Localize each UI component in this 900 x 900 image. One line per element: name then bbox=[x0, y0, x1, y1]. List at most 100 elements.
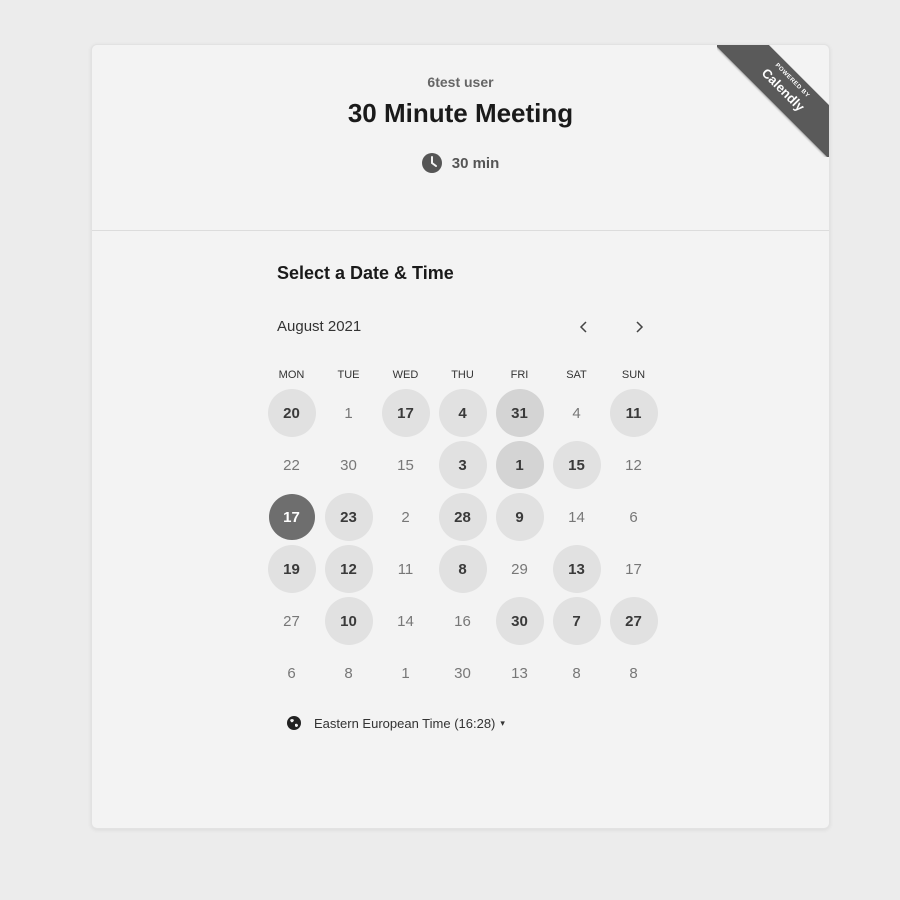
calendar-cell: 8 bbox=[434, 543, 491, 595]
calendar-cell: 23 bbox=[320, 491, 377, 543]
timezone-selector[interactable]: Eastern European Time (16:28) ▾ bbox=[286, 715, 505, 731]
month-label: August 2021 bbox=[277, 318, 362, 335]
calendar-day-unavailable: 1 bbox=[401, 664, 410, 682]
calendar-cell: 27 bbox=[263, 595, 320, 647]
event-title: 30 Minute Meeting bbox=[347, 98, 574, 128]
calendar-day-available[interactable]: 23 bbox=[324, 493, 373, 541]
calendar-day-available[interactable]: 20 bbox=[267, 389, 316, 437]
calendar-cell: 4 bbox=[548, 387, 605, 439]
calendar-day-unavailable: 6 bbox=[629, 508, 638, 526]
calendar-cell: 4 bbox=[434, 387, 491, 439]
chevron-down-icon: ▾ bbox=[500, 717, 505, 728]
calendar-day-unavailable: 14 bbox=[568, 508, 585, 526]
calendar-day-unavailable: 8 bbox=[344, 664, 353, 682]
calendar-cell: 20 bbox=[263, 387, 320, 439]
calendar-cell: 1 bbox=[377, 647, 434, 699]
calendar-day-available[interactable]: 12 bbox=[324, 545, 373, 593]
calendar-day-unavailable: 17 bbox=[625, 560, 642, 578]
calendar-day-available[interactable]: 9 bbox=[495, 493, 544, 541]
calendar-day-available[interactable]: 15 bbox=[552, 441, 601, 489]
calendar-day-available[interactable]: 10 bbox=[324, 597, 373, 645]
calendar-day-unavailable: 29 bbox=[511, 560, 528, 578]
calendar-grid: 20 1 17 4 31 4 11 22 30 15 3 1 15 12 17 23 2 28 9 14 6 19 12 11… bbox=[263, 387, 663, 699]
calendar-day-unavailable: 12 bbox=[625, 456, 642, 474]
calendar-cell: 15 bbox=[377, 439, 434, 491]
calendar-day-available[interactable]: 7 bbox=[552, 597, 601, 645]
calendar-cell: 17 bbox=[605, 543, 662, 595]
calendar-day-available[interactable]: 19 bbox=[267, 545, 316, 593]
calendar-cell: 13 bbox=[548, 543, 605, 595]
calendar-cell: 12 bbox=[605, 439, 662, 491]
calendar-cell: 9 bbox=[491, 491, 548, 543]
previous-month-button[interactable] bbox=[570, 313, 598, 341]
calendar-day-unavailable: 14 bbox=[397, 612, 414, 630]
calendar-day-unavailable: 4 bbox=[572, 404, 581, 422]
calendar-cell: 14 bbox=[377, 595, 434, 647]
chevron-right-icon bbox=[636, 321, 644, 333]
calendar-day-selected[interactable]: 17 bbox=[268, 494, 315, 540]
calendar-cell: 22 bbox=[263, 439, 320, 491]
calendar-day-available[interactable]: 31 bbox=[495, 389, 544, 437]
calendar-day-unavailable: 27 bbox=[283, 612, 300, 630]
calendar-week-row: 6 8 1 30 13 8 8 bbox=[263, 647, 663, 699]
select-date-title: Select a Date & Time bbox=[277, 263, 454, 283]
calendar-day-unavailable: 11 bbox=[397, 560, 414, 578]
calendar-day-available[interactable]: 8 bbox=[438, 545, 487, 593]
weekday-label: WED bbox=[392, 369, 419, 381]
calendar-cell: 7 bbox=[548, 595, 605, 647]
calendar-day-unavailable: 30 bbox=[340, 456, 357, 474]
clock-icon bbox=[421, 153, 442, 173]
calendar-cell: 13 bbox=[491, 647, 548, 699]
calendar-day-available[interactable]: 1 bbox=[495, 441, 544, 489]
chevron-left-icon bbox=[579, 321, 587, 333]
weekday-label: SAT bbox=[566, 369, 587, 381]
calendar-cell: 3 bbox=[434, 439, 491, 491]
calendar-day-available[interactable]: 30 bbox=[495, 597, 544, 645]
calendar-day-available[interactable]: 11 bbox=[609, 389, 658, 437]
calendar-day-available[interactable]: 4 bbox=[438, 389, 487, 437]
calendar-day-unavailable: 13 bbox=[511, 664, 528, 682]
calendar-day-available[interactable]: 17 bbox=[381, 389, 430, 437]
calendar-week-row: 22 30 15 3 1 15 12 bbox=[263, 439, 663, 491]
weekday-label: TUE bbox=[337, 369, 360, 381]
event-duration: 30 min bbox=[92, 153, 829, 173]
weekday-header: MON TUE WED THU FRI SAT SUN bbox=[263, 369, 663, 381]
calendar-cell: 30 bbox=[434, 647, 491, 699]
calendar-cell: 17 bbox=[263, 491, 320, 543]
calendar-cell: 8 bbox=[548, 647, 605, 699]
weekday-label: MON bbox=[278, 369, 305, 381]
duration-label: 30 min bbox=[451, 154, 500, 172]
calendar-cell: 16 bbox=[434, 595, 491, 647]
calendar-cell: 28 bbox=[434, 491, 491, 543]
calendar-cell: 8 bbox=[320, 647, 377, 699]
weekday-label: THU bbox=[451, 369, 474, 381]
calendar-cell: 6 bbox=[605, 491, 662, 543]
calendar-day-available[interactable]: 28 bbox=[438, 493, 487, 541]
calendar-day-unavailable: 15 bbox=[397, 456, 414, 474]
globe-icon bbox=[287, 716, 301, 730]
calendar-cell: 8 bbox=[605, 647, 662, 699]
calendar-cell: 14 bbox=[548, 491, 605, 543]
calendar-day-available[interactable]: 27 bbox=[609, 597, 658, 645]
calendar-cell: 2 bbox=[377, 491, 434, 543]
calendar-cell: 11 bbox=[605, 387, 662, 439]
calendar-cell: 1 bbox=[491, 439, 548, 491]
calendar-cell: 30 bbox=[491, 595, 548, 647]
calendar-day-unavailable: 1 bbox=[344, 404, 353, 422]
calendar-day-unavailable: 30 bbox=[454, 664, 471, 682]
calendar-day-available[interactable]: 13 bbox=[552, 545, 601, 593]
weekday-label: FRI bbox=[510, 369, 529, 381]
calendar-day-unavailable: 8 bbox=[629, 664, 638, 682]
calendar-day-unavailable: 8 bbox=[572, 664, 581, 682]
calendar-cell: 30 bbox=[320, 439, 377, 491]
calendar-cell: 1 bbox=[320, 387, 377, 439]
calendar-week-row: 19 12 11 8 29 13 17 bbox=[263, 543, 663, 595]
weekday-label: SUN bbox=[621, 369, 646, 381]
timezone-label: Eastern European Time (16:28) bbox=[314, 715, 496, 731]
calendar-day-available[interactable]: 3 bbox=[438, 441, 487, 489]
calendar-day-unavailable: 2 bbox=[401, 508, 410, 526]
calendar-cell: 29 bbox=[491, 543, 548, 595]
next-month-button[interactable] bbox=[625, 313, 653, 341]
calendar-cell: 27 bbox=[605, 595, 662, 647]
calendar-week-row: 17 23 2 28 9 14 6 bbox=[263, 491, 663, 543]
